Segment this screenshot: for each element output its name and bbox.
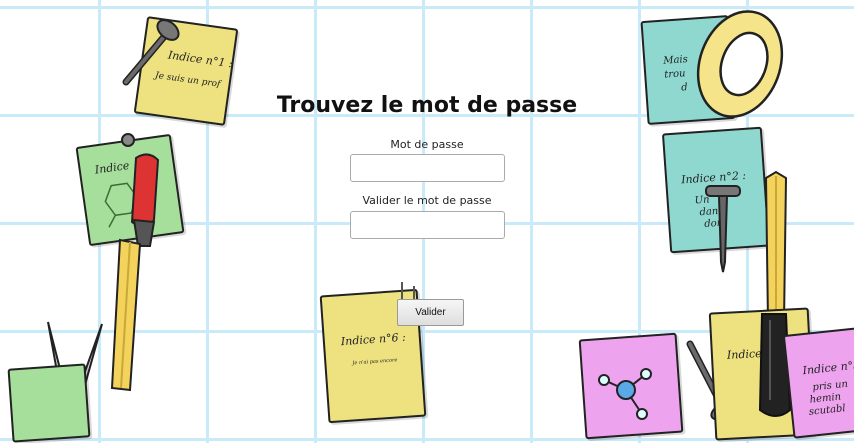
molecule-icon	[598, 368, 652, 420]
hint-3-line-3: scutabl	[808, 403, 847, 418]
teal-note-line-2: trou	[663, 68, 686, 81]
teal-note-line-1: Mais	[662, 54, 689, 67]
password-field[interactable]	[350, 154, 505, 182]
password-label: Mot de passe	[390, 138, 464, 151]
hint-6-body: Je n'ai pas encore	[352, 357, 398, 367]
hint-6-title: Indice n°6 :	[340, 330, 407, 349]
submit-button[interactable]: Valider	[397, 299, 464, 326]
green-note-bottom	[7, 363, 91, 443]
confirm-password-label: Valider le mot de passe	[362, 194, 492, 207]
page-title: Trouvez le mot de passe	[276, 93, 578, 118]
confirm-password-field[interactable]	[350, 211, 505, 239]
hint-note-3: Indice n°3 : pris un hemin scutabl	[782, 325, 854, 439]
hint-3-title: Indice n°3 :	[801, 358, 854, 378]
nail-icon	[122, 19, 180, 86]
